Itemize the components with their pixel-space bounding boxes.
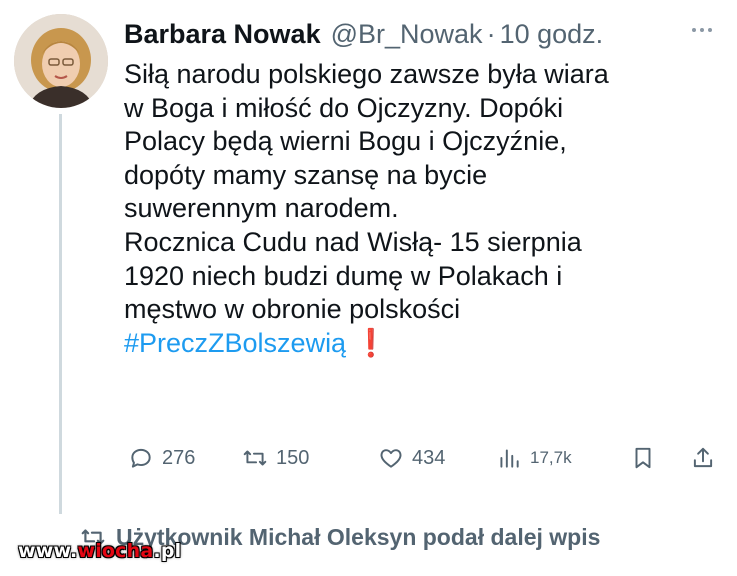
bookmark-icon — [635, 447, 651, 469]
tweet-text-line: Rocznica Cudu nad Wisłą- 15 sierpnia — [124, 226, 582, 257]
tweet-header: Barbara Nowak @Br_Nowak · 10 godz. — [124, 14, 603, 54]
like-button[interactable]: 434 — [378, 440, 445, 476]
more-icon[interactable] — [692, 20, 722, 40]
reply-button[interactable]: 276 — [128, 440, 195, 476]
repost-count: 150 — [276, 446, 310, 469]
repost-notice-text: Użytkownik Michał Oleksyn podał dalej wp… — [116, 523, 601, 550]
exclamation-emoji: ❗ — [354, 327, 388, 358]
timestamp[interactable]: 10 godz. — [500, 19, 604, 50]
hashtag-line: #PreczZBolszewią ❗ — [124, 327, 724, 361]
share-button[interactable] — [690, 440, 724, 476]
hashtag-link[interactable]: #PreczZBolszewią — [124, 328, 346, 358]
reply-icon — [131, 448, 151, 468]
avatar[interactable] — [14, 14, 108, 108]
share-icon — [693, 447, 713, 468]
tweet-text: Siłą narodu polskiego zawsze była wiara … — [124, 58, 724, 360]
thread-line — [59, 114, 62, 514]
reply-count: 276 — [162, 446, 196, 469]
separator: · — [486, 18, 496, 49]
tweet-text-line: w Boga i miłość do Ojczyzny. Dopóki — [124, 92, 564, 123]
tweet-text-line: 1920 niech budzi dumę w Polakach i — [124, 260, 563, 291]
tweet-text-line: Siłą narodu polskiego zawsze była wiara — [124, 59, 609, 89]
watermark: www.wiocha.pl — [18, 540, 181, 562]
tweet-text-line: dopóty mamy szansę na bycie — [124, 159, 488, 190]
repost-icon — [243, 450, 267, 466]
author-handle[interactable]: @Br_Nowak — [331, 19, 483, 50]
watermark-prefix: www. — [18, 540, 78, 562]
tweet-text-line: suwerennym narodem. — [124, 193, 399, 224]
like-count: 434 — [412, 446, 446, 469]
views-count: 17,7k — [530, 448, 572, 467]
author-name[interactable]: Barbara Nowak — [124, 19, 321, 50]
watermark-suffix: .pl — [153, 540, 182, 562]
avatar-image — [14, 14, 108, 108]
bookmark-button[interactable] — [630, 440, 664, 476]
views-icon — [500, 449, 519, 468]
tweet[interactable]: Barbara Nowak @Br_Nowak · 10 godz. Siłą … — [0, 0, 737, 576]
like-icon — [380, 449, 402, 468]
views-button[interactable]: 17,7k — [496, 440, 572, 476]
watermark-brand: wiocha — [77, 540, 154, 562]
tweet-text-line: Polacy będą wierni Bogu i Ojczyźnie, — [124, 126, 567, 157]
tweet-text-line: męstwo w obronie polskości — [124, 294, 461, 325]
repost-button[interactable]: 150 — [242, 440, 309, 476]
action-bar: 276 150 434 17,7k — [124, 440, 724, 476]
